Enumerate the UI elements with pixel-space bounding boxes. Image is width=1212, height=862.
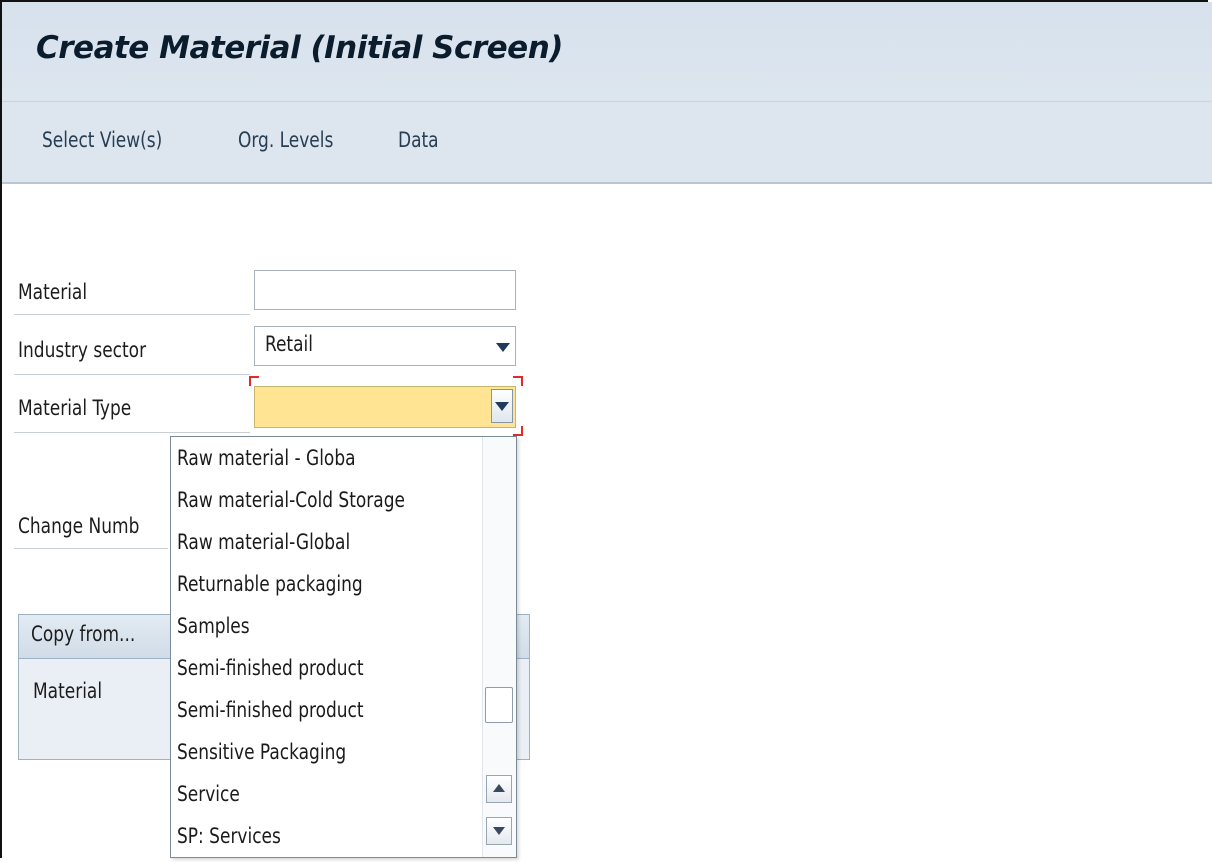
material-type-select[interactable] <box>254 386 516 428</box>
application-toolbar: Select View(s) Org. Levels Data <box>2 102 1212 184</box>
vertical-scrollbar[interactable] <box>482 437 516 857</box>
copy-material-label: Material <box>33 679 103 703</box>
data-button[interactable]: Data <box>398 128 439 152</box>
error-corner-marker <box>513 376 523 386</box>
industry-sector-label: Industry sector <box>18 338 147 362</box>
error-corner-marker <box>249 376 259 386</box>
scroll-down-button[interactable] <box>486 817 512 845</box>
divider <box>14 548 168 549</box>
change-number-label: Change Numb <box>18 514 140 538</box>
list-item[interactable]: Raw material-Global <box>177 521 350 563</box>
divider <box>14 432 250 433</box>
divider <box>14 374 250 375</box>
scroll-up-button[interactable] <box>486 775 512 803</box>
material-input[interactable] <box>254 270 516 310</box>
list-item[interactable]: Returnable packaging <box>177 563 363 605</box>
material-type-dropdown-list[interactable]: Raw material - Globa Raw material-Cold S… <box>170 436 517 858</box>
material-label: Material <box>18 280 88 304</box>
chevron-down-icon <box>493 827 505 835</box>
select-views-button[interactable]: Select View(s) <box>42 128 162 152</box>
org-levels-button[interactable]: Org. Levels <box>238 128 333 152</box>
industry-sector-select[interactable]: Retail <box>254 326 516 366</box>
chevron-down-icon <box>495 402 509 411</box>
industry-sector-value: Retail <box>265 332 313 356</box>
list-item[interactable]: Samples <box>177 605 250 647</box>
title-bar: Create Material (Initial Screen) <box>2 2 1212 102</box>
copy-from-title: Copy from... <box>31 622 136 646</box>
material-type-dropdown-button[interactable] <box>491 389 513 423</box>
list-item[interactable]: Raw material - Globa <box>177 437 356 479</box>
list-item[interactable]: Service <box>177 773 240 815</box>
chevron-down-icon[interactable] <box>496 343 510 352</box>
scrollbar-thumb[interactable] <box>485 687 513 723</box>
page-title: Create Material (Initial Screen) <box>36 30 563 66</box>
list-item[interactable]: Semi-finished product <box>177 689 364 731</box>
chevron-up-icon <box>493 784 505 792</box>
error-corner-marker <box>513 426 523 436</box>
list-item[interactable]: SP: Services <box>177 815 281 857</box>
material-type-label: Material Type <box>18 396 132 420</box>
divider <box>14 314 250 315</box>
list-item[interactable]: Raw material-Cold Storage <box>177 479 405 521</box>
list-item[interactable]: Sensitive Packaging <box>177 731 346 773</box>
list-item[interactable]: Semi-finished product <box>177 647 364 689</box>
